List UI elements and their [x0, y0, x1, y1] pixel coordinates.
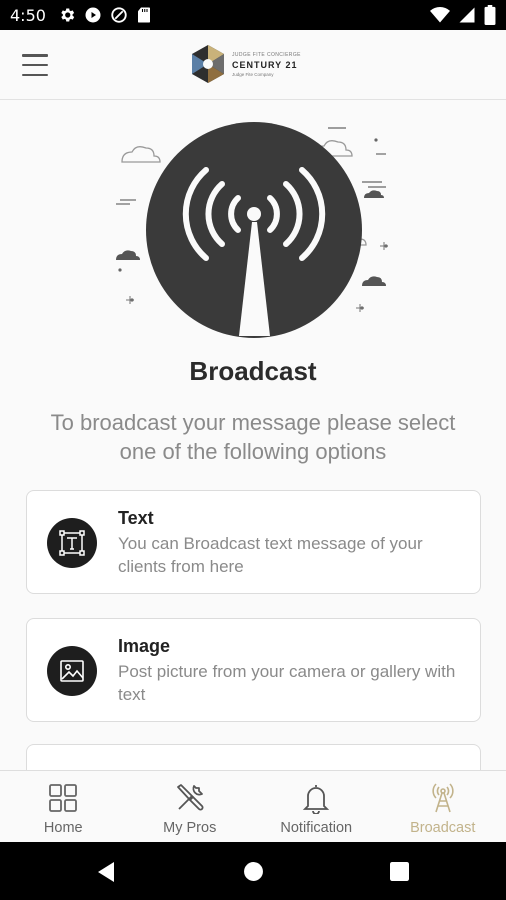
battery-icon [484, 5, 496, 25]
option-description: Post picture from your camera or gallery… [118, 662, 456, 704]
nav-label-notification: Notification [280, 820, 353, 836]
option-description: You can Broadcast text message of your c… [118, 534, 423, 576]
nav-label-home: Home [43, 820, 83, 836]
bell-icon [300, 782, 332, 814]
page-title: Broadcast [189, 356, 317, 386]
signal-icon [459, 7, 475, 23]
sd-card-icon [137, 7, 150, 23]
home-circle-icon[interactable] [243, 861, 264, 882]
cloud-icon [116, 250, 140, 260]
recents-icon[interactable] [390, 862, 409, 881]
page-subtitle: To broadcast your message please select … [50, 410, 456, 464]
option-title: Image [118, 636, 171, 656]
data-saver-icon [111, 7, 127, 23]
text-icon [47, 518, 97, 568]
nav-item-broadcast[interactable]: Broadcast [380, 771, 506, 842]
logo-text: JUDGE FITE CONCIERGE CENTURY 21 Judge Fi… [232, 52, 301, 77]
nav-label-my-pros: My Pros [163, 820, 217, 836]
status-icons-left [58, 6, 152, 24]
cloud-icon [364, 190, 384, 198]
nav-item-my-pros[interactable]: My Pros [127, 771, 254, 842]
status-icons-right [430, 5, 496, 25]
tools-icon [174, 782, 206, 814]
option-title: Text [118, 508, 154, 528]
cloud-icon [121, 146, 161, 163]
menu-icon-line [22, 54, 48, 57]
cloud-icon [362, 276, 386, 286]
broadcast-option-image[interactable]: Image Post picture from your camera or g… [26, 618, 481, 722]
gear-icon [61, 8, 75, 22]
back-icon[interactable] [96, 861, 116, 883]
broadcast-hero-icon [116, 122, 388, 338]
brand-logo: JUDGE FITE CONCIERGE CENTURY 21 Judge Fi… [190, 42, 301, 86]
logo-line2: CENTURY 21 [232, 59, 298, 70]
hexagon-logo-icon [192, 45, 224, 83]
broadcast-option-text[interactable]: Text You can Broadcast text message of y… [26, 490, 481, 594]
wifi-icon [430, 7, 450, 23]
status-bar: 4:50 [0, 0, 506, 30]
nav-item-notification[interactable]: Notification [253, 771, 380, 842]
nav-item-home[interactable]: Home [0, 771, 127, 842]
system-nav-bar [0, 842, 506, 900]
image-icon [47, 646, 97, 696]
nav-label-broadcast: Broadcast [410, 820, 476, 836]
logo-line1: JUDGE FITE CONCIERGE [232, 51, 301, 58]
broadcast-illustration [106, 112, 406, 342]
logo-line3: Judge Fite Company [232, 71, 274, 77]
broadcast-tower-icon [427, 782, 459, 814]
menu-icon-line [22, 73, 48, 76]
play-icon [85, 7, 101, 23]
app-bar: JUDGE FITE CONCIERGE CENTURY 21 Judge Fi… [0, 30, 506, 100]
menu-icon-line [22, 63, 48, 67]
menu-button[interactable] [22, 54, 48, 76]
grid-icon [47, 782, 79, 814]
status-time: 4:50 [10, 5, 46, 25]
bottom-nav: Home My Pros Notification Broadcast [0, 770, 506, 842]
